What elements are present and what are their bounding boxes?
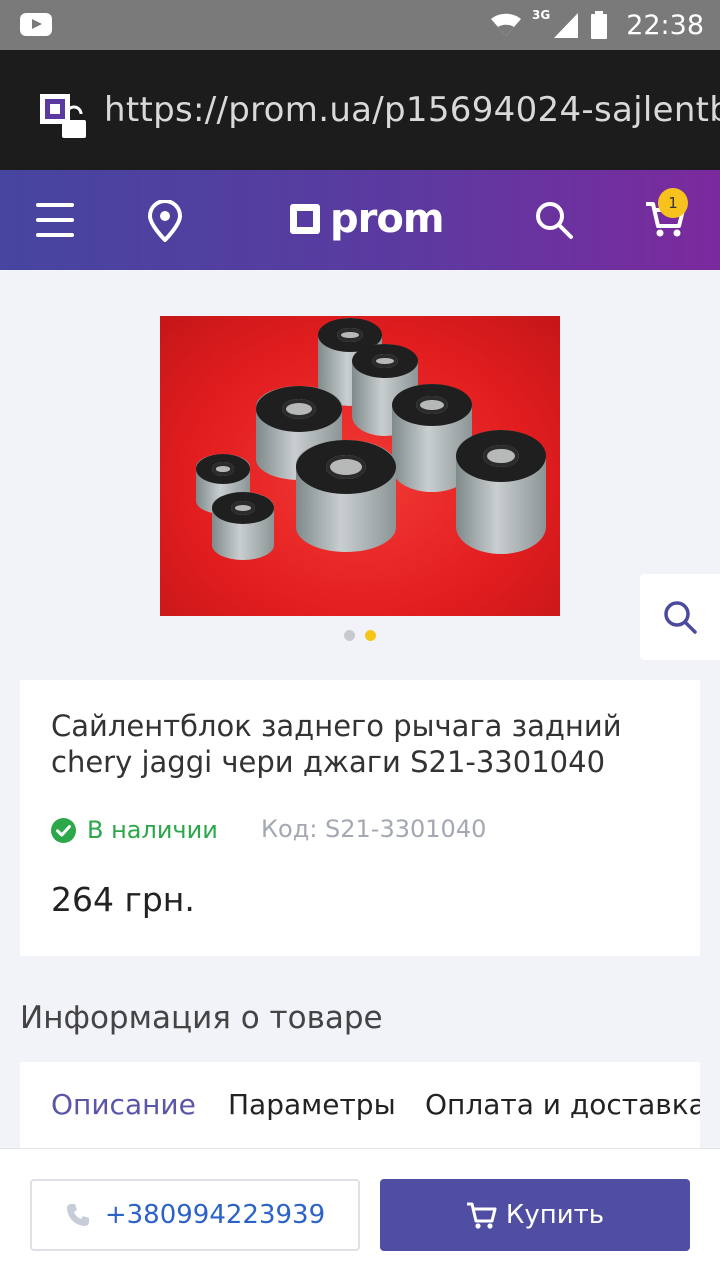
gallery-pagination <box>344 630 376 641</box>
check-circle-icon <box>51 817 76 843</box>
phone-number: +380994223939 <box>104 1200 326 1230</box>
tab-parameters[interactable]: Параметры <box>228 1088 396 1121</box>
availability-text: В наличии <box>87 816 218 844</box>
product-title: Сайлентблок заднего рычага задний chery … <box>51 709 622 779</box>
network-type: 3G <box>531 8 551 22</box>
availability-status: В наличии <box>51 816 218 844</box>
status-icons: 3G 22:38 <box>490 0 704 50</box>
info-tabs: Описание Параметры Оплата и доставка <box>20 1062 700 1148</box>
logo-text: prom <box>330 196 445 242</box>
gallery-dot[interactable] <box>344 630 355 641</box>
clock: 22:38 <box>626 9 704 41</box>
product-price: 264 грн. <box>51 880 195 919</box>
info-section-title: Информация о товаре <box>20 1000 383 1036</box>
status-bar: 3G 22:38 <box>0 0 720 50</box>
battery-icon <box>591 11 608 39</box>
tab-payment-delivery[interactable]: Оплата и доставка <box>425 1088 700 1121</box>
product-image[interactable] <box>160 316 560 616</box>
buy-button[interactable]: Купить <box>380 1179 690 1251</box>
browser-url-bar[interactable]: https://prom.ua/p15694024-sajlentblo <box>0 50 720 170</box>
menu-icon[interactable] <box>36 203 76 237</box>
zoom-button[interactable] <box>640 574 720 660</box>
signal-icon <box>554 13 579 38</box>
zoom-search-icon <box>664 601 697 634</box>
buy-button-label: Купить <box>505 1200 605 1230</box>
call-button[interactable]: +380994223939 <box>30 1179 360 1251</box>
gallery-dot-active[interactable] <box>365 630 376 641</box>
wifi-icon <box>490 13 521 36</box>
site-identity-icon[interactable] <box>38 92 88 140</box>
tab-description[interactable]: Описание <box>51 1088 196 1121</box>
location-pin-icon[interactable] <box>146 200 184 242</box>
phone-icon <box>66 1204 89 1226</box>
search-icon[interactable] <box>534 200 574 240</box>
product-summary-card: Сайлентблок заднего рычага задний chery … <box>20 680 700 956</box>
cart-count-badge: 1 <box>658 188 688 218</box>
youtube-icon <box>20 13 52 36</box>
app-header: prom <box>0 170 720 270</box>
bottom-action-bar: +380994223939 Купить <box>0 1148 720 1280</box>
product-code: Код: S21-3301040 <box>261 815 487 843</box>
prom-logo[interactable]: prom <box>290 196 445 242</box>
logo-mark <box>290 204 320 234</box>
url-text[interactable]: https://prom.ua/p15694024-sajlentblo <box>104 90 720 130</box>
cart-icon <box>466 1202 497 1229</box>
